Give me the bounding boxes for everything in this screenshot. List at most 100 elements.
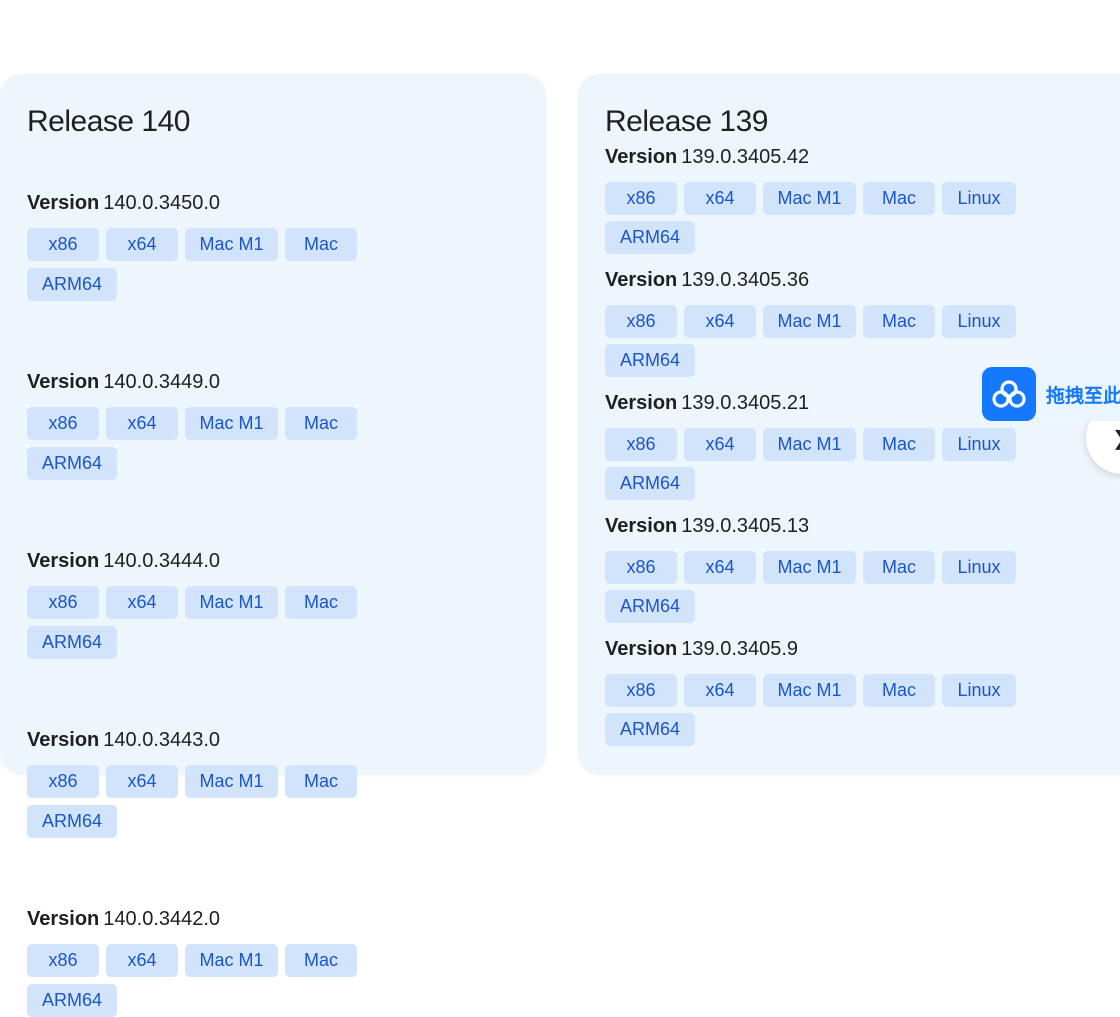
release-139-card: Release 139 Version 139.0.3405.42 x86 x64… <box>578 74 1120 774</box>
download-chip-linux[interactable]: Linux <box>942 305 1016 338</box>
download-chip-x64[interactable]: x64 <box>106 765 178 798</box>
release-title: Release 140 <box>27 105 190 138</box>
download-chip-mac[interactable]: Mac <box>863 305 935 338</box>
download-chip-x64[interactable]: x64 <box>106 944 178 977</box>
chevron-icon: ❯ <box>1112 426 1120 451</box>
version-line: Version 139.0.3405.13 <box>605 513 1111 539</box>
download-chip-linux[interactable]: Linux <box>942 182 1016 215</box>
download-chip-x86[interactable]: x86 <box>27 407 99 440</box>
version-number: 139.0.3405.42 <box>681 146 810 168</box>
download-chips: x86 x64 Mac M1 Mac ARM64 <box>27 407 447 480</box>
download-chip-mac[interactable]: Mac <box>863 428 935 461</box>
download-chip-arm64[interactable]: ARM64 <box>605 221 695 254</box>
download-chip-x86[interactable]: x86 <box>605 428 677 461</box>
download-chip-arm64[interactable]: ARM64 <box>605 713 695 746</box>
download-chip-x64[interactable]: x64 <box>106 586 178 619</box>
drag-drop-label: 拖拽至此 <box>1046 384 1120 407</box>
download-chip-x64[interactable]: x64 <box>684 428 756 461</box>
download-chips: x86 x64 Mac M1 Mac Linux ARM64 <box>605 428 1025 500</box>
download-chip-mac-m1[interactable]: Mac M1 <box>763 305 856 338</box>
version-line: Version 140.0.3443.0 <box>27 727 519 753</box>
version-item: Version 140.0.3444.0 x86 x64 Mac M1 Mac A… <box>27 548 519 659</box>
version-number: 140.0.3450.0 <box>103 192 221 214</box>
download-chip-mac[interactable]: Mac <box>285 944 357 977</box>
download-chip-mac[interactable]: Mac <box>285 586 357 619</box>
download-chip-mac-m1[interactable]: Mac M1 <box>185 407 278 440</box>
download-chip-mac-m1[interactable]: Mac M1 <box>763 551 856 584</box>
version-label: Version <box>605 146 678 168</box>
version-item: Version 139.0.3405.13 x86 x64 Mac M1 Mac … <box>605 513 1111 623</box>
download-chip-x64[interactable]: x64 <box>684 305 756 338</box>
version-label: Version <box>27 192 100 214</box>
download-chip-mac[interactable]: Mac <box>863 674 935 707</box>
download-chip-x86[interactable]: x86 <box>27 228 99 261</box>
download-chips: x86 x64 Mac M1 Mac Linux ARM64 <box>605 305 1025 377</box>
download-chip-mac-m1[interactable]: Mac M1 <box>185 765 278 798</box>
download-chips: x86 x64 Mac M1 Mac Linux ARM64 <box>605 182 1025 254</box>
version-label: Version <box>605 638 678 660</box>
download-chip-arm64[interactable]: ARM64 <box>605 467 695 500</box>
download-chip-x86[interactable]: x86 <box>605 182 677 215</box>
download-chip-mac-m1[interactable]: Mac M1 <box>763 428 856 461</box>
version-line: Version 140.0.3444.0 <box>27 548 519 574</box>
drag-drop-widget[interactable]: 拖拽至此 <box>982 367 1120 421</box>
download-chip-linux[interactable]: Linux <box>942 428 1016 461</box>
download-chip-x64[interactable]: x64 <box>106 407 178 440</box>
download-chips: x86 x64 Mac M1 Mac ARM64 <box>27 228 447 301</box>
download-chip-mac-m1[interactable]: Mac M1 <box>185 586 278 619</box>
download-chip-x86[interactable]: x86 <box>605 674 677 707</box>
download-chip-arm64[interactable]: ARM64 <box>605 344 695 377</box>
download-chips: x86 x64 Mac M1 Mac ARM64 <box>27 765 447 838</box>
download-chip-x86[interactable]: x86 <box>605 305 677 338</box>
download-chips: x86 x64 Mac M1 Mac ARM64 <box>27 586 447 659</box>
version-item: Version 139.0.3405.36 x86 x64 Mac M1 Mac … <box>605 267 1111 377</box>
download-chip-arm64[interactable]: ARM64 <box>605 590 695 623</box>
version-line: Version 140.0.3449.0 <box>27 369 519 395</box>
version-line: Version 140.0.3450.0 <box>27 190 519 216</box>
download-chip-arm64[interactable]: ARM64 <box>27 626 117 659</box>
download-chip-linux[interactable]: Linux <box>942 551 1016 584</box>
version-label: Version <box>27 550 100 572</box>
version-label: Version <box>605 515 678 537</box>
download-chip-arm64[interactable]: ARM64 <box>27 268 117 301</box>
version-label: Version <box>605 392 678 414</box>
version-number: 140.0.3449.0 <box>103 371 221 393</box>
download-chip-x64[interactable]: x64 <box>684 674 756 707</box>
download-chips: x86 x64 Mac M1 Mac ARM64 <box>27 944 447 1017</box>
download-chip-mac[interactable]: Mac <box>863 551 935 584</box>
download-chip-mac[interactable]: Mac <box>285 407 357 440</box>
version-line: Version 139.0.3405.9 <box>605 636 1111 662</box>
download-chip-x86[interactable]: x86 <box>27 944 99 977</box>
download-chip-mac-m1[interactable]: Mac M1 <box>185 228 278 261</box>
version-number: 139.0.3405.13 <box>681 515 810 537</box>
cloud-icon <box>982 367 1036 421</box>
version-line: Version 140.0.3442.0 <box>27 906 519 932</box>
download-chip-x86[interactable]: x86 <box>27 765 99 798</box>
download-chip-x64[interactable]: x64 <box>684 551 756 584</box>
version-number: 140.0.3443.0 <box>103 729 221 751</box>
download-chip-mac[interactable]: Mac <box>285 228 357 261</box>
version-number: 140.0.3444.0 <box>103 550 221 572</box>
download-chip-x64[interactable]: x64 <box>106 228 178 261</box>
download-chip-arm64[interactable]: ARM64 <box>27 805 117 838</box>
version-label: Version <box>27 729 100 751</box>
download-chips: x86 x64 Mac M1 Mac Linux ARM64 <box>605 551 1025 623</box>
download-chip-mac-m1[interactable]: Mac M1 <box>763 674 856 707</box>
version-label: Version <box>605 269 678 291</box>
version-line: Version 139.0.3405.36 <box>605 267 1111 293</box>
download-chip-x86[interactable]: x86 <box>27 586 99 619</box>
version-number: 139.0.3405.21 <box>681 392 810 414</box>
download-chip-linux[interactable]: Linux <box>942 674 1016 707</box>
version-item: Version 140.0.3442.0 x86 x64 Mac M1 Mac A… <box>27 906 519 1017</box>
download-chip-arm64[interactable]: ARM64 <box>27 984 117 1017</box>
download-chip-mac-m1[interactable]: Mac M1 <box>763 182 856 215</box>
version-label: Version <box>27 371 100 393</box>
version-number: 140.0.3442.0 <box>103 908 221 930</box>
release-title: Release 139 <box>605 105 768 138</box>
download-chip-arm64[interactable]: ARM64 <box>27 447 117 480</box>
download-chip-x86[interactable]: x86 <box>605 551 677 584</box>
download-chip-x64[interactable]: x64 <box>684 182 756 215</box>
download-chip-mac[interactable]: Mac <box>863 182 935 215</box>
download-chip-mac-m1[interactable]: Mac M1 <box>185 944 278 977</box>
download-chip-mac[interactable]: Mac <box>285 765 357 798</box>
